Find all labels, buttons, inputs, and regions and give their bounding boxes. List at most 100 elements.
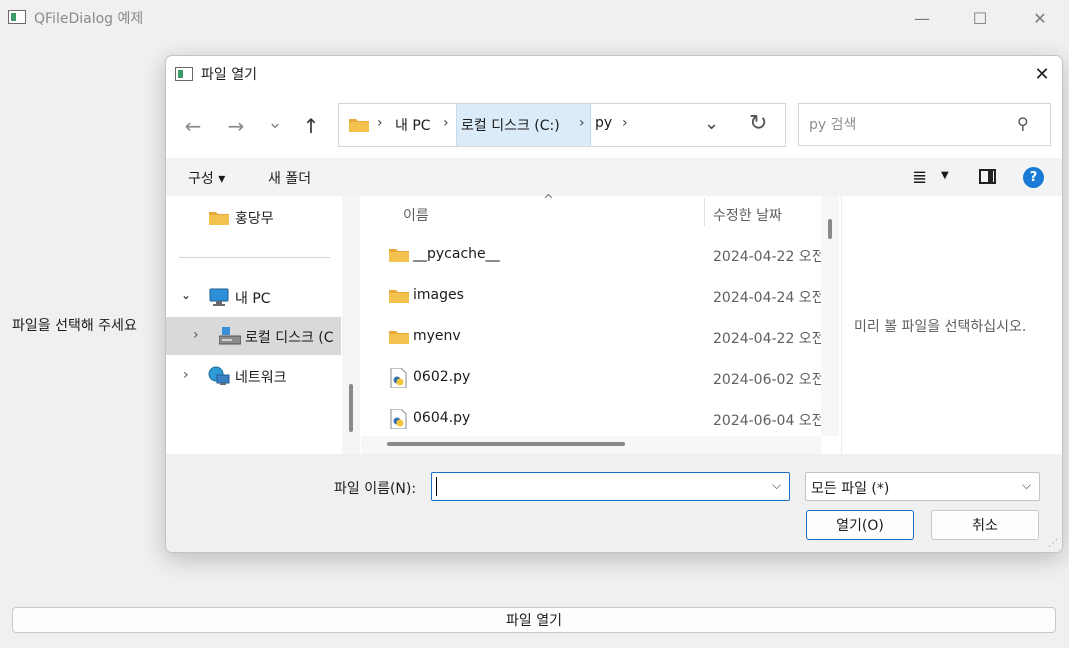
nav-item-my-pc[interactable]: ⌄ 내 PC <box>166 278 341 316</box>
sort-ascending-icon: ^ <box>543 193 554 208</box>
address-bar[interactable]: › 내 PC › 로컬 디스크 (C:) › py › ⌄ ↻ <box>338 103 786 147</box>
file-row[interactable]: myenv 2024-04-22 오전 <box>361 317 821 358</box>
address-dropdown-chevron-icon[interactable]: ⌄ <box>704 113 719 134</box>
drive-icon <box>219 327 241 345</box>
file-list-horizontal-scrollbar-thumb[interactable] <box>387 442 625 446</box>
chevron-down-icon[interactable]: ⌵ <box>772 478 781 493</box>
column-headers: 이름 ^ 수정한 날짜 <box>361 193 821 230</box>
dialog-title: 파일 열기 <box>201 67 257 83</box>
help-icon[interactable]: ? <box>1023 167 1044 188</box>
dialog-titlebar: 파일 열기 ✕ <box>166 56 1062 92</box>
nav-scrollbar-thumb[interactable] <box>349 384 353 432</box>
minimize-icon: — <box>914 8 930 28</box>
preview-pane-icon[interactable] <box>979 169 996 184</box>
python-file-icon <box>390 368 407 388</box>
folder-icon <box>209 212 229 225</box>
close-icon: ✕ <box>1034 63 1050 85</box>
view-menu-icon[interactable]: ≣ <box>912 167 927 188</box>
file-date: 2024-04-24 오전 <box>713 290 821 306</box>
folder-icon <box>349 119 369 132</box>
open-button[interactable]: 열기(O) <box>806 510 914 540</box>
dialog-close-button[interactable]: ✕ <box>1020 56 1062 92</box>
file-name: 0602.py <box>413 369 471 385</box>
prompt-label: 파일을 선택해 주세요 <box>12 318 137 334</box>
breadcrumb-separator: › <box>443 115 449 131</box>
breadcrumb-item-local-disk[interactable]: 로컬 디스크 (C:) <box>461 115 560 135</box>
python-file-icon <box>390 409 407 429</box>
folder-icon <box>389 290 409 303</box>
file-list-vertical-scrollbar-thumb[interactable] <box>828 219 832 239</box>
column-divider[interactable] <box>704 198 705 226</box>
up-arrow-icon: ↑ <box>302 114 320 138</box>
column-header-date[interactable]: 수정한 날짜 <box>713 205 782 225</box>
forward-button[interactable]: → <box>220 110 252 142</box>
refresh-icon[interactable]: ↻ <box>749 111 767 136</box>
folder-icon <box>389 331 409 344</box>
filetype-select[interactable]: 모든 파일 (*) ⌵ <box>805 472 1040 501</box>
breadcrumb-separator: › <box>377 115 383 131</box>
file-date: 2024-04-22 오전 <box>713 331 821 347</box>
chevron-right-icon[interactable]: › <box>193 327 199 343</box>
preview-pane: 미리 볼 파일을 선택하십시오. <box>841 196 1062 454</box>
filename-label: 파일 이름(N): <box>334 481 417 497</box>
open-file-button[interactable]: 파일 열기 <box>12 607 1056 633</box>
filename-input[interactable] <box>436 477 756 496</box>
search-icon[interactable]: ⚲ <box>1017 114 1029 133</box>
chevron-down-icon[interactable]: ⌄ <box>181 288 191 302</box>
up-button[interactable]: ↑ <box>295 110 327 142</box>
chevron-right-icon[interactable]: › <box>183 367 189 383</box>
file-list: 이름 ^ 수정한 날짜 __pycache__ 2024-04-22 오전 im… <box>361 193 839 454</box>
new-folder-button[interactable]: 새 폴더 <box>268 168 311 188</box>
nav-item-label: 홍당무 <box>235 211 274 227</box>
computer-icon <box>209 288 229 306</box>
nav-item-label: 네트워크 <box>235 370 287 386</box>
nav-item-network[interactable]: › 네트워크 <box>166 357 341 395</box>
organize-button[interactable]: 구성 ▾ <box>188 168 225 188</box>
breadcrumb-item-py[interactable]: py <box>595 115 612 135</box>
column-header-name[interactable]: 이름 <box>403 205 429 225</box>
maximize-button[interactable]: ☐ <box>951 0 1009 36</box>
dialog-footer: 파일 이름(N): ⌵ 모든 파일 (*) ⌵ 열기(O) 취소 ⋰ <box>166 454 1062 552</box>
recent-locations-button[interactable]: ⌄ <box>259 106 291 138</box>
nav-item-label: 로컬 디스크 (C <box>245 330 334 346</box>
file-name: myenv <box>413 328 461 344</box>
file-row[interactable]: 0604.py 2024-06-04 오전 <box>361 399 821 440</box>
file-row[interactable]: __pycache__ 2024-04-22 오전 <box>361 235 821 276</box>
close-icon: ✕ <box>1033 8 1047 28</box>
dialog-app-icon <box>175 67 193 81</box>
file-date: 2024-04-22 오전 <box>713 249 821 265</box>
filename-combobox: ⌵ <box>431 472 790 501</box>
toolbar: 구성 ▾ 새 폴더 ≣ ▼ ? <box>166 158 1062 196</box>
view-menu-chevron-icon[interactable]: ▼ <box>941 170 949 181</box>
cancel-button[interactable]: 취소 <box>931 510 1039 540</box>
nav-item-user-folder[interactable]: 홍당무 <box>166 198 341 236</box>
back-button[interactable]: ← <box>177 110 209 142</box>
breadcrumb-item-my-pc[interactable]: 내 PC <box>395 115 431 135</box>
app-icon <box>8 10 26 24</box>
minimize-button[interactable]: — <box>893 0 951 36</box>
file-name: images <box>413 287 464 303</box>
search-input[interactable] <box>809 115 1009 135</box>
nav-item-local-disk[interactable]: › 로컬 디스크 (C <box>166 317 341 355</box>
file-row[interactable]: 0602.py 2024-06-02 오전 <box>361 358 821 399</box>
navigation-pane: 홍당무 ⌄ 내 PC › 로컬 디스크 (C › 네트워크 <box>166 196 342 454</box>
main-titlebar: QFileDialog 예제 — ☐ ✕ <box>0 0 1069 36</box>
network-icon <box>208 366 230 385</box>
back-arrow-icon: ← <box>184 114 202 138</box>
file-dialog: 파일 열기 ✕ ← → ⌄ ↑ › 내 PC › 로컬 디스크 (C:) › p… <box>165 55 1063 553</box>
chevron-down-icon: ⌄ <box>267 111 283 133</box>
breadcrumb-separator: › <box>622 115 628 131</box>
file-row[interactable]: images 2024-04-24 오전 <box>361 276 821 317</box>
search-box: ⚲ <box>798 103 1051 146</box>
file-name: 0604.py <box>413 410 471 426</box>
file-date: 2024-06-02 오전 <box>713 372 821 388</box>
filetype-selected-value: 모든 파일 (*) <box>811 481 890 497</box>
breadcrumb-separator: › <box>579 115 585 131</box>
close-button[interactable]: ✕ <box>1011 0 1069 36</box>
nav-divider <box>179 257 330 258</box>
resize-grip-icon[interactable]: ⋰ <box>1048 538 1060 550</box>
folder-icon <box>389 249 409 262</box>
file-date: 2024-06-04 오전 <box>713 413 821 429</box>
chevron-down-icon: ⌵ <box>1022 478 1032 492</box>
main-window-title: QFileDialog 예제 <box>34 11 144 27</box>
